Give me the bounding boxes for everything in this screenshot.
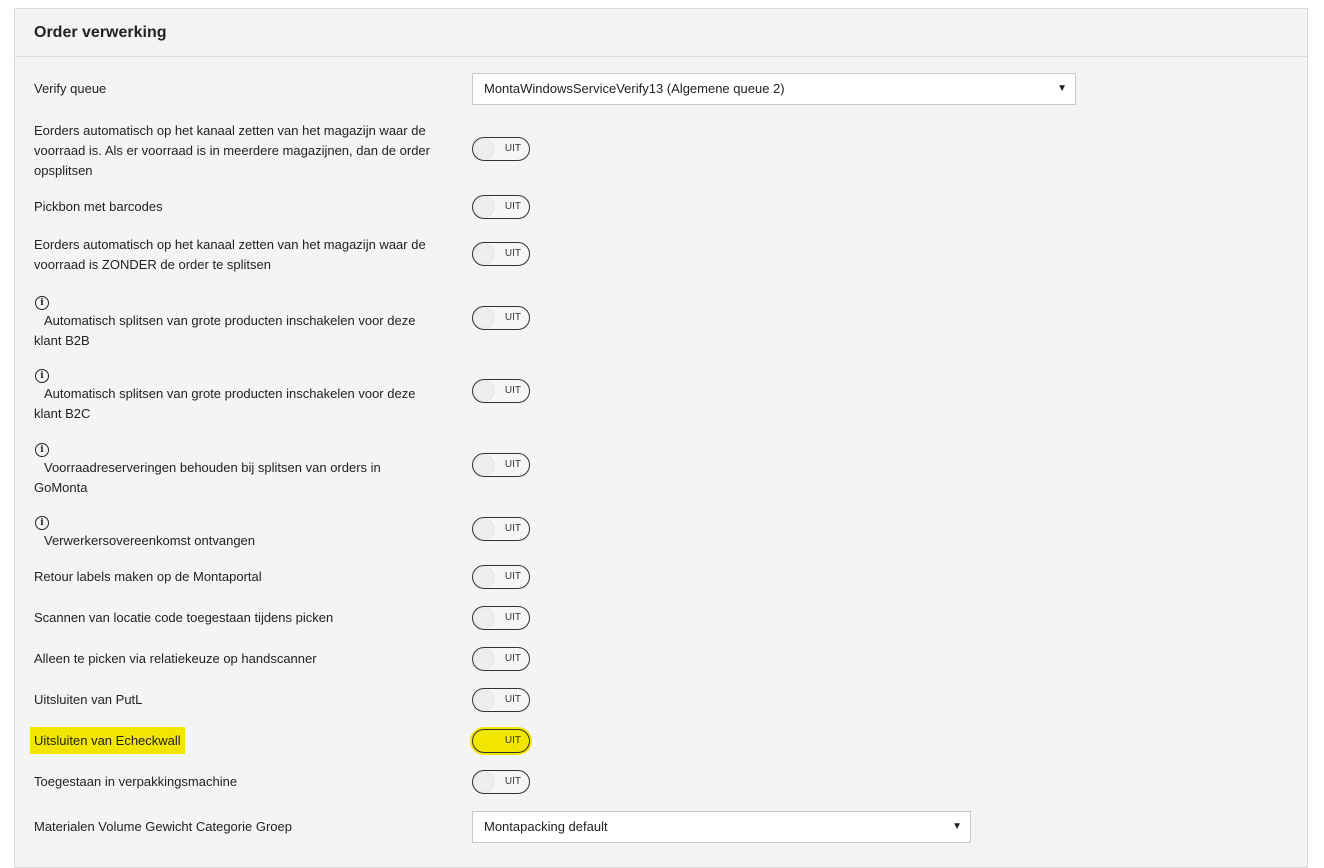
toggle-knob	[474, 455, 494, 475]
setting-toggle[interactable]: UIT	[472, 688, 530, 712]
toggle-state: UIT	[504, 776, 521, 787]
toggle-knob	[474, 381, 494, 401]
toggle-knob	[474, 690, 494, 710]
setting-label: Scannen van locatie code toegestaan tijd…	[34, 610, 334, 625]
toggle-knob	[474, 244, 494, 264]
verify-queue-label: Verify queue	[34, 81, 107, 96]
toggle-state: UIT	[504, 571, 521, 582]
setting-label-wrap: i Voorraadreserveringen behouden bij spl…	[34, 438, 434, 498]
setting-label: Alleen te picken via relatiekeuze op han…	[34, 651, 317, 666]
toggle-knob	[474, 772, 494, 792]
toggle-state: UIT	[504, 385, 521, 396]
setting-label: Verwerkersovereenkomst ontvangen	[44, 533, 256, 548]
setting-label-wrap: Uitsluiten van Echeckwall	[34, 731, 434, 751]
setting-toggle[interactable]: UIT	[472, 647, 530, 671]
setting-label-wrap: i Automatisch splitsen van grote product…	[34, 291, 434, 351]
chevron-down-icon: ▼	[1057, 83, 1067, 94]
toggle-knob	[474, 197, 494, 217]
verify-queue-value: MontaWindowsServiceVerify13 (Algemene qu…	[484, 81, 785, 96]
verify-queue-select[interactable]: MontaWindowsServiceVerify13 (Algemene qu…	[472, 73, 1076, 105]
setting-toggle[interactable]: UIT	[472, 606, 530, 630]
toggle-state: UIT	[504, 459, 521, 470]
setting-toggle[interactable]: UIT	[472, 306, 530, 330]
setting-label: Voorraadreserveringen behouden bij split…	[34, 460, 381, 495]
info-circle-icon[interactable]: i	[35, 369, 49, 383]
setting-label: Pickbon met barcodes	[34, 199, 163, 214]
setting-toggle[interactable]: UIT	[472, 379, 530, 403]
toggle-knob	[474, 731, 494, 751]
toggle-state: UIT	[504, 312, 521, 323]
setting-toggle[interactable]: UIT	[472, 242, 530, 266]
toggle-state: UIT	[504, 523, 521, 534]
setting-label: Uitsluiten van Echeckwall	[34, 731, 181, 750]
info-circle-icon[interactable]: i	[35, 443, 49, 457]
setting-toggle[interactable]: UIT	[472, 517, 530, 541]
setting-toggle[interactable]: UIT	[472, 565, 530, 589]
order-verwerking-panel: Order verwerking Verify queue MontaWindo…	[14, 8, 1308, 868]
setting-label: Eorders automatisch op het kanaal zetten…	[34, 237, 426, 272]
toggle-state: UIT	[504, 143, 521, 154]
info-circle-icon[interactable]: i	[35, 296, 49, 310]
chevron-down-icon: ▼	[952, 821, 962, 832]
toggle-state: UIT	[504, 612, 521, 623]
setting-toggle[interactable]: UIT	[472, 770, 530, 794]
setting-toggle[interactable]: UIT	[472, 195, 530, 219]
materials-group-label: Materialen Volume Gewicht Categorie Groe…	[34, 819, 292, 834]
setting-toggle[interactable]: UIT	[472, 453, 530, 477]
setting-label-wrap: i Automatisch splitsen van grote product…	[34, 364, 434, 424]
setting-label: Uitsluiten van PutL	[34, 692, 143, 707]
toggle-knob	[474, 519, 494, 539]
toggle-knob	[474, 608, 494, 628]
setting-label: Automatisch splitsen van grote producten…	[34, 386, 416, 421]
setting-label: Toegestaan in verpakkingsmachine	[34, 774, 238, 789]
setting-label-wrap: i Verwerkersovereenkomst ontvangen	[34, 511, 434, 551]
setting-toggle[interactable]: UIT	[472, 729, 530, 753]
setting-label: Automatisch splitsen van grote producten…	[34, 313, 416, 348]
toggle-knob	[474, 649, 494, 669]
toggle-knob	[474, 308, 494, 328]
info-circle-icon[interactable]: i	[35, 516, 49, 530]
toggle-state: UIT	[504, 653, 521, 664]
materials-group-select[interactable]: Montapacking default ▼	[472, 811, 971, 843]
panel-title: Order verwerking	[15, 9, 1307, 57]
setting-label: Eorders automatisch op het kanaal zetten…	[34, 123, 430, 178]
setting-label: Retour labels maken op de Montaportal	[34, 569, 262, 584]
toggle-state: UIT	[504, 735, 521, 746]
toggle-state: UIT	[504, 201, 521, 212]
toggle-state: UIT	[504, 694, 521, 705]
toggle-knob	[474, 139, 494, 159]
setting-toggle[interactable]: UIT	[472, 137, 530, 161]
materials-group-value: Montapacking default	[484, 819, 608, 834]
toggle-knob	[474, 567, 494, 587]
toggle-state: UIT	[504, 248, 521, 259]
